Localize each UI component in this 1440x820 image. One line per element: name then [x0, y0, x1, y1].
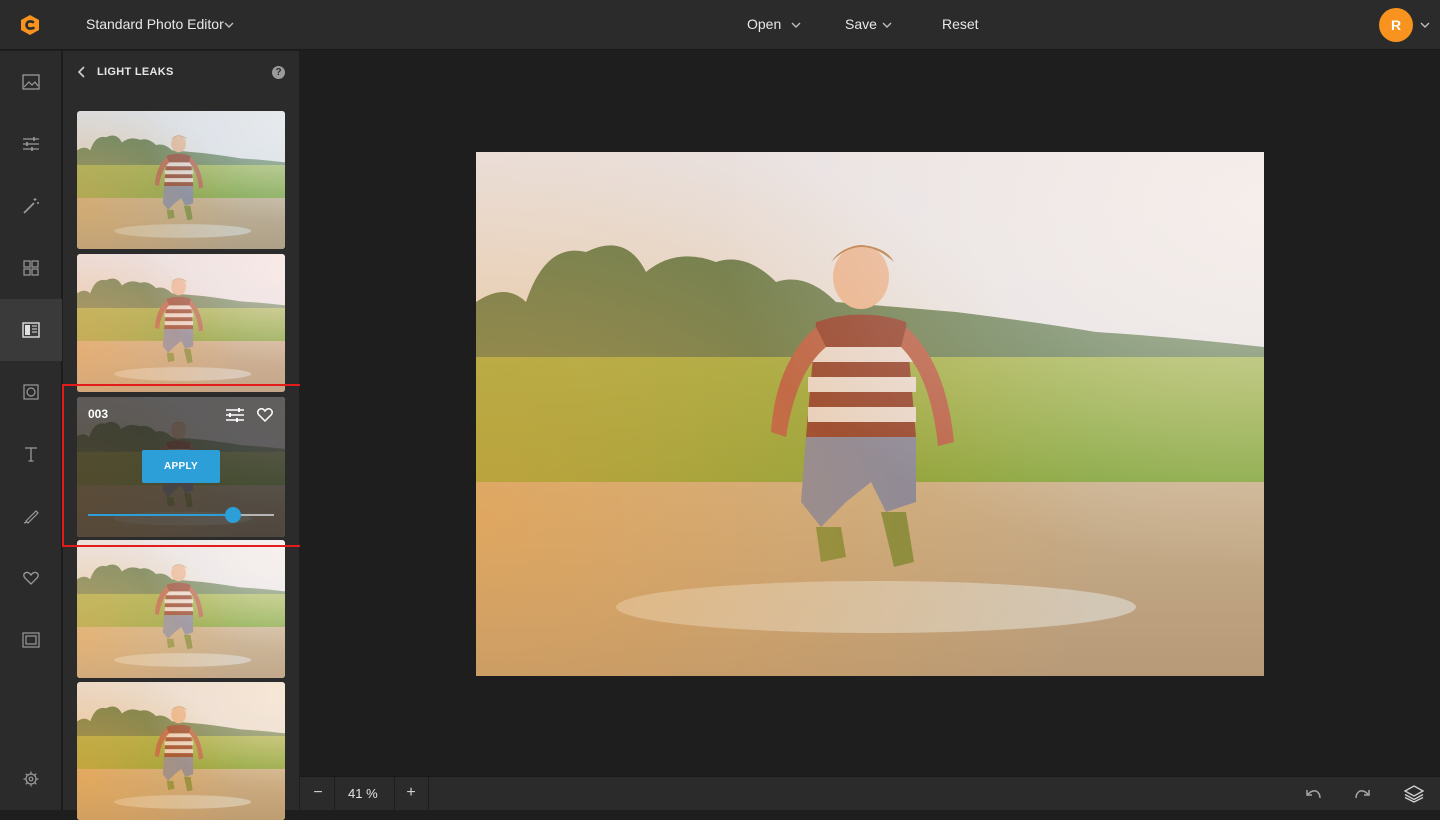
rail-collage-tool[interactable]: [0, 237, 62, 299]
main-photo-canvas[interactable]: [476, 152, 1264, 676]
text-icon: [25, 447, 37, 462]
light-leaks-panel: LIGHT LEAKS ? 003 APPLY: [63, 51, 299, 820]
rail-settings[interactable]: [0, 748, 62, 810]
settings-icon: [23, 771, 39, 787]
divider: [334, 777, 335, 811]
frame-circle-icon: [23, 384, 39, 400]
sliders-icon: [23, 137, 39, 151]
avatar[interactable]: R: [1379, 8, 1413, 42]
bottom-toolbar: − 41 % +: [300, 776, 1440, 811]
effect-thumbnail-002[interactable]: [77, 254, 285, 392]
photo-image: [476, 152, 1264, 676]
zoom-in-button[interactable]: +: [403, 784, 419, 802]
rail-text-tool[interactable]: [0, 423, 62, 485]
effect-thumbnail-003-selected[interactable]: 003 APPLY: [77, 397, 285, 537]
rail-overlay-tool[interactable]: [0, 299, 62, 361]
intensity-slider[interactable]: [88, 507, 274, 523]
chevron-down-icon[interactable]: [790, 19, 802, 31]
chevron-down-icon[interactable]: [1419, 19, 1431, 31]
texture-overlay-icon: [22, 322, 40, 338]
effect-name: 003: [88, 407, 109, 421]
undo-icon[interactable]: [1303, 785, 1323, 803]
adjust-settings-icon[interactable]: [225, 406, 245, 424]
rail-border-tool[interactable]: [0, 609, 62, 671]
zoom-level: 41 %: [348, 786, 378, 801]
effect-thumbnail-004[interactable]: [77, 540, 285, 678]
thumbnail-image: [77, 111, 285, 249]
zoom-out-button[interactable]: −: [310, 784, 326, 802]
top-bar: Standard Photo Editor Open Save Reset R: [0, 0, 1440, 50]
slider-fill: [88, 514, 234, 516]
open-menu[interactable]: Open: [747, 16, 781, 32]
slider-handle[interactable]: [225, 507, 242, 523]
grid-icon: [23, 260, 39, 276]
thumbnail-image: [77, 540, 285, 678]
favorite-heart-icon[interactable]: [256, 406, 274, 423]
rail-frames-tool[interactable]: [0, 361, 62, 423]
heart-icon: [23, 571, 39, 585]
redo-icon[interactable]: [1353, 785, 1373, 803]
apply-button[interactable]: APPLY: [142, 450, 220, 483]
rail-effects-tool[interactable]: [0, 175, 62, 237]
effect-thumbnail-001[interactable]: [77, 111, 285, 249]
back-arrow-icon[interactable]: [75, 65, 89, 79]
thumbnail-image: [77, 254, 285, 392]
layers-icon[interactable]: [1404, 785, 1424, 803]
panel-title: LIGHT LEAKS: [97, 66, 174, 78]
border-frame-icon: [22, 632, 40, 648]
rail-draw-tool[interactable]: [0, 485, 62, 547]
help-icon[interactable]: ?: [272, 66, 285, 79]
chevron-down-icon[interactable]: [881, 19, 893, 31]
rail-image-tool[interactable]: [0, 51, 62, 113]
app-logo-icon[interactable]: [18, 13, 42, 37]
divider: [394, 777, 395, 811]
brush-icon: [23, 510, 39, 524]
save-menu[interactable]: Save: [845, 16, 877, 32]
effect-thumbnail-005[interactable]: [77, 682, 285, 820]
tool-rail: [0, 51, 62, 810]
app-title-dropdown[interactable]: Standard Photo Editor: [86, 16, 224, 32]
magic-wand-icon: [23, 198, 39, 214]
rail-adjust-tool[interactable]: [0, 113, 62, 175]
divider: [428, 777, 429, 811]
reset-button[interactable]: Reset: [942, 16, 979, 32]
thumbnail-image: [77, 682, 285, 820]
chevron-down-icon[interactable]: [222, 18, 236, 32]
rail-favorites-tool[interactable]: [0, 547, 62, 609]
image-icon: [22, 74, 40, 90]
